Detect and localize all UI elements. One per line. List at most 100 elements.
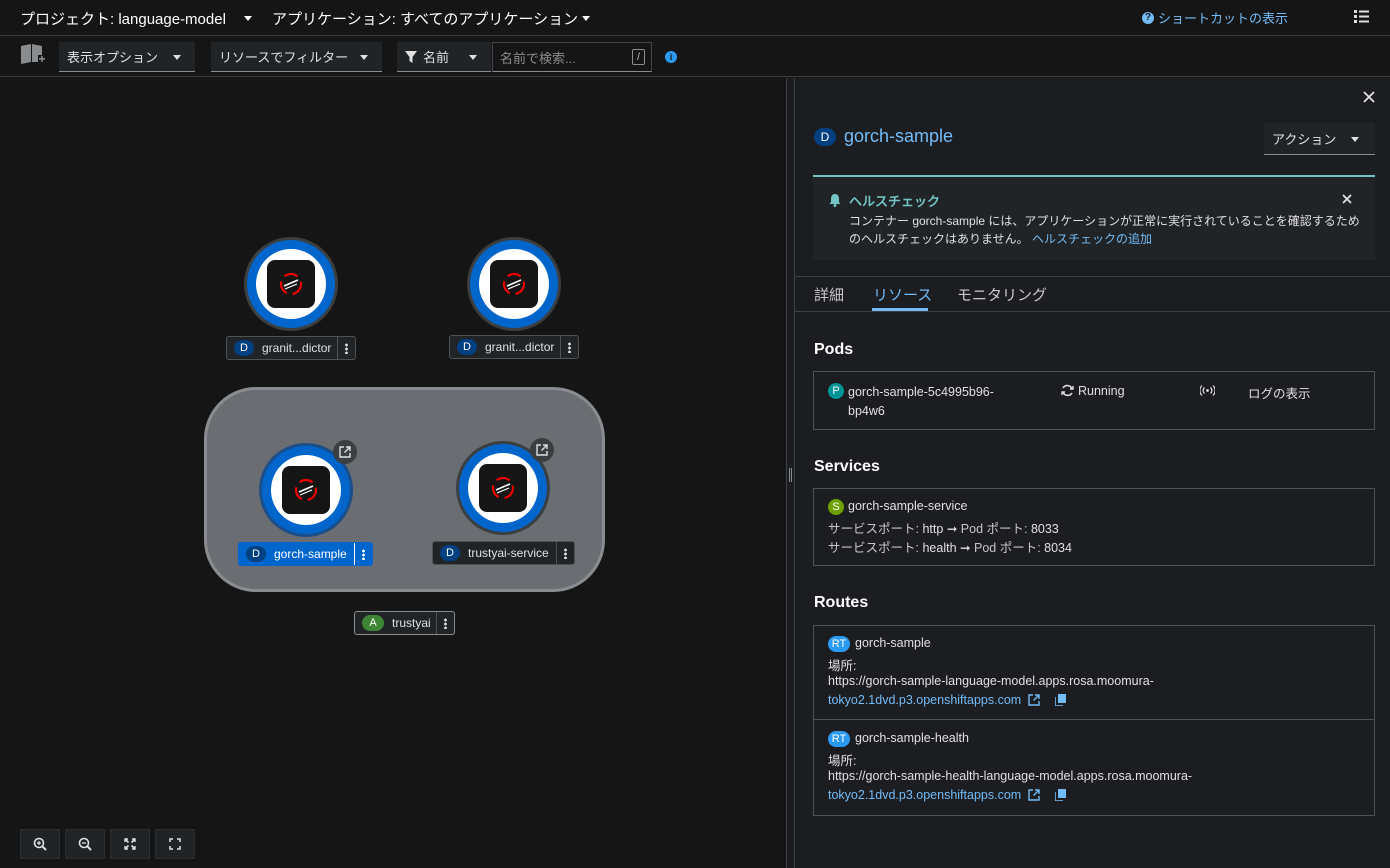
reset-view-button[interactable] (155, 829, 195, 859)
display-options-label: 表示オプション (67, 50, 159, 65)
caret-down-icon (173, 55, 181, 60)
resource-name[interactable]: gorch-sample (844, 126, 953, 147)
deployment-badge: D (457, 339, 477, 355)
actions-label: アクション (1272, 132, 1337, 147)
zoom-out-button[interactable] (65, 829, 105, 859)
topology-toolbar: 表示オプション リソースでフィルター 名前 名前で検索... / i (0, 37, 1390, 77)
pod-name-link[interactable]: gorch-sample-5c4995b96- bp4w6 (848, 383, 994, 421)
shortcuts-link[interactable]: ? ショートカットの表示 (1142, 8, 1288, 27)
copy-icon[interactable] (1055, 789, 1067, 801)
openshift-logo-icon (267, 260, 315, 308)
view-logs-link[interactable]: ログの表示 (1248, 383, 1311, 402)
route-url-row: tokyo2.1dvd.p3.openshiftapps.com (828, 788, 1067, 802)
node-label[interactable]: D granit...dictor (226, 336, 356, 360)
external-link-icon[interactable] (1028, 789, 1040, 801)
route-url-link[interactable]: tokyo2.1dvd.p3.openshiftapps.com (828, 788, 1021, 802)
close-icon[interactable] (1342, 194, 1352, 204)
service-port-value: http (922, 522, 944, 536)
external-link-icon[interactable] (333, 440, 357, 464)
application-group-name: trustyai (392, 616, 431, 630)
filter-by-resource-select[interactable]: リソースでフィルター (211, 42, 382, 72)
zoom-out-icon (78, 837, 92, 851)
application-selector[interactable]: アプリケーション: すべてのアプリケーション (272, 8, 591, 29)
search-input[interactable]: 名前で検索... / (492, 42, 652, 72)
route-url-link[interactable]: https://gorch-sample-language-model.apps… (828, 674, 1154, 688)
node-name: granit...dictor (485, 340, 555, 354)
kebab-menu-icon[interactable] (560, 336, 578, 358)
close-icon[interactable] (1362, 90, 1376, 104)
deployment-node[interactable] (467, 237, 561, 331)
filter-type-select[interactable]: 名前 (397, 42, 491, 72)
route-name-link[interactable]: gorch-sample (855, 636, 931, 650)
display-options-select[interactable]: 表示オプション (59, 42, 195, 72)
bell-icon (829, 194, 841, 207)
pod-status: Running (1078, 384, 1125, 398)
actions-dropdown[interactable]: アクション (1264, 123, 1375, 155)
service-name-link[interactable]: gorch-sample-service (848, 499, 967, 513)
project-selector[interactable]: プロジェクト: language-model (20, 8, 252, 29)
route-url-link[interactable]: https://gorch-sample-health-language-mod… (828, 769, 1192, 783)
tab-monitoring[interactable]: モニタリング (957, 284, 1047, 305)
caret-down-icon (582, 16, 591, 21)
route-name-link[interactable]: gorch-sample-health (855, 731, 969, 745)
tab-details[interactable]: 詳細 (814, 284, 844, 305)
openshift-logo-icon (282, 466, 330, 514)
node-label-selected[interactable]: D gorch-sample (238, 542, 373, 566)
kebab-menu-icon[interactable] (556, 542, 574, 564)
application-badge: A (362, 615, 384, 631)
active-tab-indicator (872, 308, 928, 311)
route-url-link[interactable]: tokyo2.1dvd.p3.openshiftapps.com (828, 693, 1021, 707)
alert-body: コンテナー gorch-sample には、アプリケーションが正常に実行されてい… (849, 212, 1363, 248)
filter-icon (405, 51, 417, 63)
add-health-check-link[interactable]: ヘルスチェックの追加 (1032, 232, 1152, 246)
external-link-icon[interactable] (1028, 694, 1040, 706)
node-label[interactable]: D trustyai-service (432, 541, 575, 565)
deployment-badge: D (440, 545, 460, 561)
question-circle-icon: ? (1142, 11, 1154, 24)
zoom-in-icon (33, 837, 47, 851)
pod-name-line2: bp4w6 (848, 404, 885, 418)
quick-search-book-icon[interactable] (20, 43, 46, 67)
deployment-badge: D (234, 340, 254, 356)
node-name: granit...dictor (262, 341, 332, 355)
panel-tabs: 詳細 リソース モニタリング (795, 276, 1390, 312)
sync-icon (1061, 384, 1074, 397)
node-label[interactable]: D granit...dictor (449, 335, 579, 359)
pods-heading: Pods (814, 341, 854, 358)
route-badge: RT (828, 636, 850, 652)
kebab-menu-icon[interactable] (436, 612, 454, 634)
service-port-label: サービスポート: (828, 522, 919, 536)
panel-resize-handle[interactable] (786, 78, 795, 868)
list-view-icon[interactable] (1354, 10, 1369, 23)
kebab-menu-icon[interactable] (337, 337, 355, 359)
services-heading: Services (814, 458, 880, 475)
kebab-menu-icon[interactable] (354, 543, 372, 565)
service-port-row: サービスポート: health ➞ Pod ポート: 8034 (828, 537, 1072, 556)
route-badge: RT (828, 731, 850, 747)
info-circle-icon[interactable]: i (665, 51, 677, 63)
services-list: S gorch-sample-service サービスポート: http ➞ P… (813, 488, 1375, 566)
alert-title: ヘルスチェック (849, 194, 941, 209)
routes-heading: Routes (814, 594, 869, 611)
route-item: RT gorch-sample-health 場所: https://gorch… (814, 721, 1374, 815)
pod-port-label: Pod ポート: (973, 541, 1041, 555)
pod-name-line1: gorch-sample-5c4995b96- (848, 385, 994, 399)
filter-type-label: 名前 (423, 50, 450, 65)
caret-down-icon (469, 55, 477, 60)
masthead: プロジェクト: language-model アプリケーション: すべてのアプリ… (0, 0, 1390, 36)
fit-to-screen-button[interactable] (110, 829, 150, 859)
filter-by-resource-label: リソースでフィルター (219, 50, 349, 65)
pods-list: P gorch-sample-5c4995b96- bp4w6 Running … (813, 371, 1375, 430)
application-group-label[interactable]: A trustyai (354, 611, 455, 635)
project-label: プロジェクト: language-model (20, 11, 226, 28)
copy-icon[interactable] (1055, 694, 1067, 706)
zoom-in-button[interactable] (20, 829, 60, 859)
caret-down-icon (1351, 137, 1359, 142)
routes-list: RT gorch-sample 場所: https://gorch-sample… (813, 625, 1375, 816)
openshift-logo-icon (479, 464, 527, 512)
deployment-node[interactable] (244, 237, 338, 331)
service-port-value: health (922, 541, 957, 555)
external-link-icon[interactable] (530, 438, 554, 462)
tab-resources[interactable]: リソース (873, 284, 932, 305)
signal-icon (1200, 385, 1215, 396)
